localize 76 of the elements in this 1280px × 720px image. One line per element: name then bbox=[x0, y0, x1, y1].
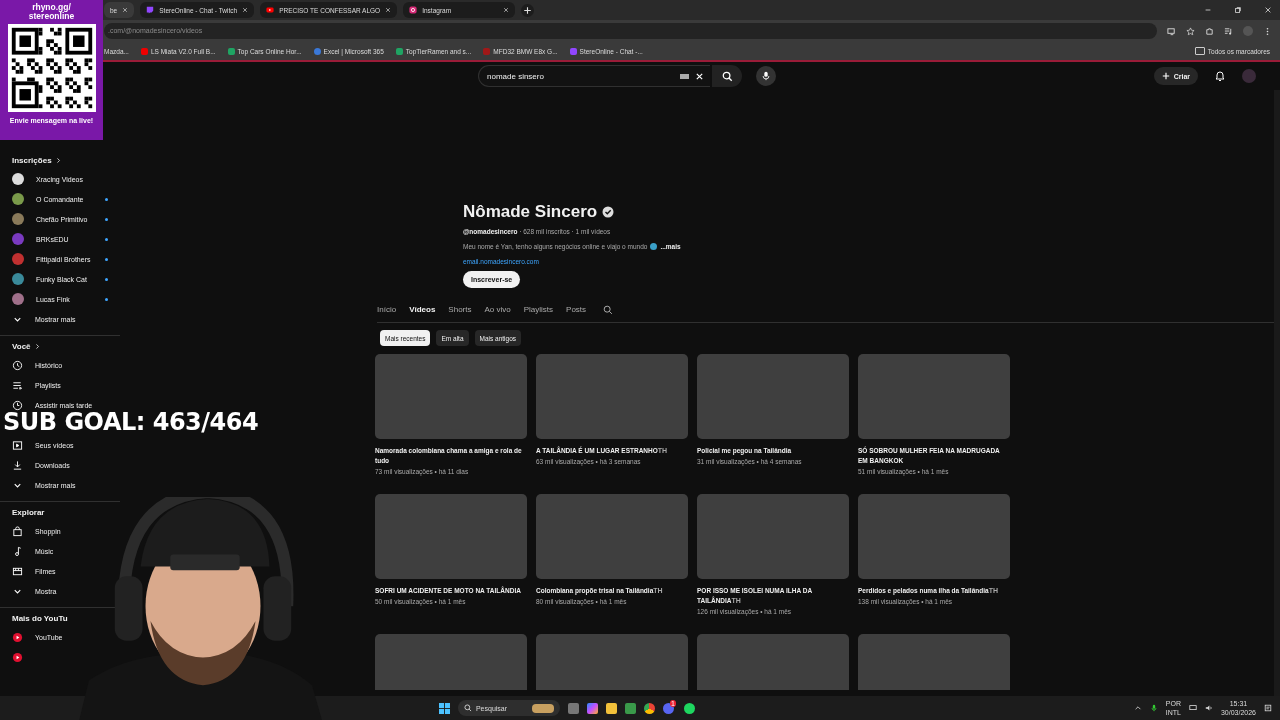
clear-search-icon[interactable] bbox=[695, 71, 704, 81]
new-tab-button[interactable] bbox=[521, 3, 535, 17]
channel-avatar bbox=[12, 213, 24, 225]
channel-tab[interactable]: Vídeos bbox=[409, 302, 436, 322]
sidebar-section-title[interactable]: Inscrições bbox=[12, 156, 52, 165]
channel-tab[interactable]: Início bbox=[377, 302, 397, 322]
channel-name: Nômade Sincero bbox=[463, 202, 598, 222]
video-icon bbox=[12, 439, 23, 451]
music-icon bbox=[12, 545, 23, 557]
channel-tab[interactable]: Playlists bbox=[523, 302, 554, 322]
youtube-icon bbox=[266, 6, 275, 14]
search-icon bbox=[721, 70, 733, 82]
install-icon[interactable] bbox=[1167, 26, 1176, 36]
search-button[interactable] bbox=[712, 65, 742, 87]
channel-tab[interactable]: Posts bbox=[566, 302, 587, 322]
sidebar-section-title[interactable]: Explorar bbox=[12, 508, 45, 517]
volume-icon[interactable] bbox=[1204, 704, 1213, 712]
channel-tab[interactable]: Shorts bbox=[448, 302, 472, 322]
microphone-button[interactable] bbox=[756, 66, 776, 86]
channel-tab[interactable]: Ao vivo bbox=[484, 302, 511, 322]
clock-icon bbox=[12, 399, 23, 411]
close-icon[interactable] bbox=[503, 7, 510, 13]
qr-code-icon bbox=[7, 24, 96, 112]
sidebar-section-title[interactable]: Você bbox=[12, 342, 31, 351]
channel-avatar bbox=[12, 173, 24, 185]
search-field[interactable]: nomade sinsero bbox=[478, 65, 710, 87]
channel-avatar bbox=[12, 193, 24, 205]
search-icon[interactable] bbox=[603, 305, 614, 315]
channel-avatar bbox=[12, 253, 24, 265]
close-icon[interactable] bbox=[122, 7, 129, 13]
keyboard-icon[interactable] bbox=[680, 73, 689, 79]
video-thumbnail[interactable] bbox=[858, 354, 1010, 439]
restore-button[interactable] bbox=[1234, 6, 1242, 14]
notifications-bell-icon[interactable] bbox=[1214, 70, 1226, 82]
youtube-icon bbox=[12, 631, 23, 643]
monitor-icon[interactable] bbox=[1188, 704, 1197, 712]
video-thumbnail[interactable] bbox=[697, 494, 849, 579]
video-thumbnail[interactable] bbox=[536, 634, 688, 690]
playlists-icon bbox=[12, 379, 23, 391]
plus-icon bbox=[1161, 72, 1170, 80]
chrome-icon[interactable] bbox=[643, 702, 655, 714]
chevron-right-icon bbox=[33, 343, 41, 350]
video-thumbnail[interactable] bbox=[858, 634, 1010, 690]
video-thumbnail[interactable] bbox=[697, 634, 849, 690]
star-icon[interactable] bbox=[1186, 26, 1195, 36]
qr-title: rhyno.gg/ stereonline bbox=[27, 3, 76, 21]
close-icon[interactable] bbox=[242, 7, 249, 13]
video-thumbnail[interactable] bbox=[697, 354, 849, 439]
chevron-right-icon bbox=[54, 157, 62, 164]
close-window-button[interactable] bbox=[1264, 6, 1272, 14]
chevron-up-icon[interactable] bbox=[1133, 704, 1142, 712]
sidebar-section-title[interactable]: Mais do YouTu bbox=[12, 614, 68, 623]
search-icon bbox=[463, 704, 472, 712]
media-icon[interactable] bbox=[1224, 26, 1233, 36]
bag-icon bbox=[12, 525, 23, 537]
sub-goal-counter: SUB GOAL: 463/464 bbox=[3, 408, 259, 436]
globe-icon bbox=[650, 243, 658, 250]
video-thumbnail[interactable] bbox=[536, 494, 688, 579]
video-thumbnail[interactable] bbox=[858, 494, 1010, 579]
video-thumbnail[interactable] bbox=[375, 494, 527, 579]
video-thumbnail[interactable] bbox=[536, 354, 688, 439]
minimize-button[interactable] bbox=[1204, 6, 1212, 14]
start-icon[interactable] bbox=[438, 702, 450, 714]
youtube-icon bbox=[12, 651, 23, 663]
close-icon[interactable] bbox=[385, 7, 392, 13]
download-icon bbox=[12, 459, 23, 471]
notification-icon[interactable] bbox=[1264, 704, 1272, 712]
channel-avatar bbox=[12, 293, 24, 305]
video-thumbnail[interactable] bbox=[375, 634, 527, 690]
twitch-icon bbox=[146, 6, 155, 14]
channel-avatar bbox=[12, 273, 24, 285]
instagram-icon bbox=[409, 6, 418, 14]
channel-avatar bbox=[12, 233, 24, 245]
video-thumbnail[interactable] bbox=[375, 354, 527, 439]
film-icon bbox=[12, 565, 23, 577]
history-icon bbox=[12, 359, 23, 371]
